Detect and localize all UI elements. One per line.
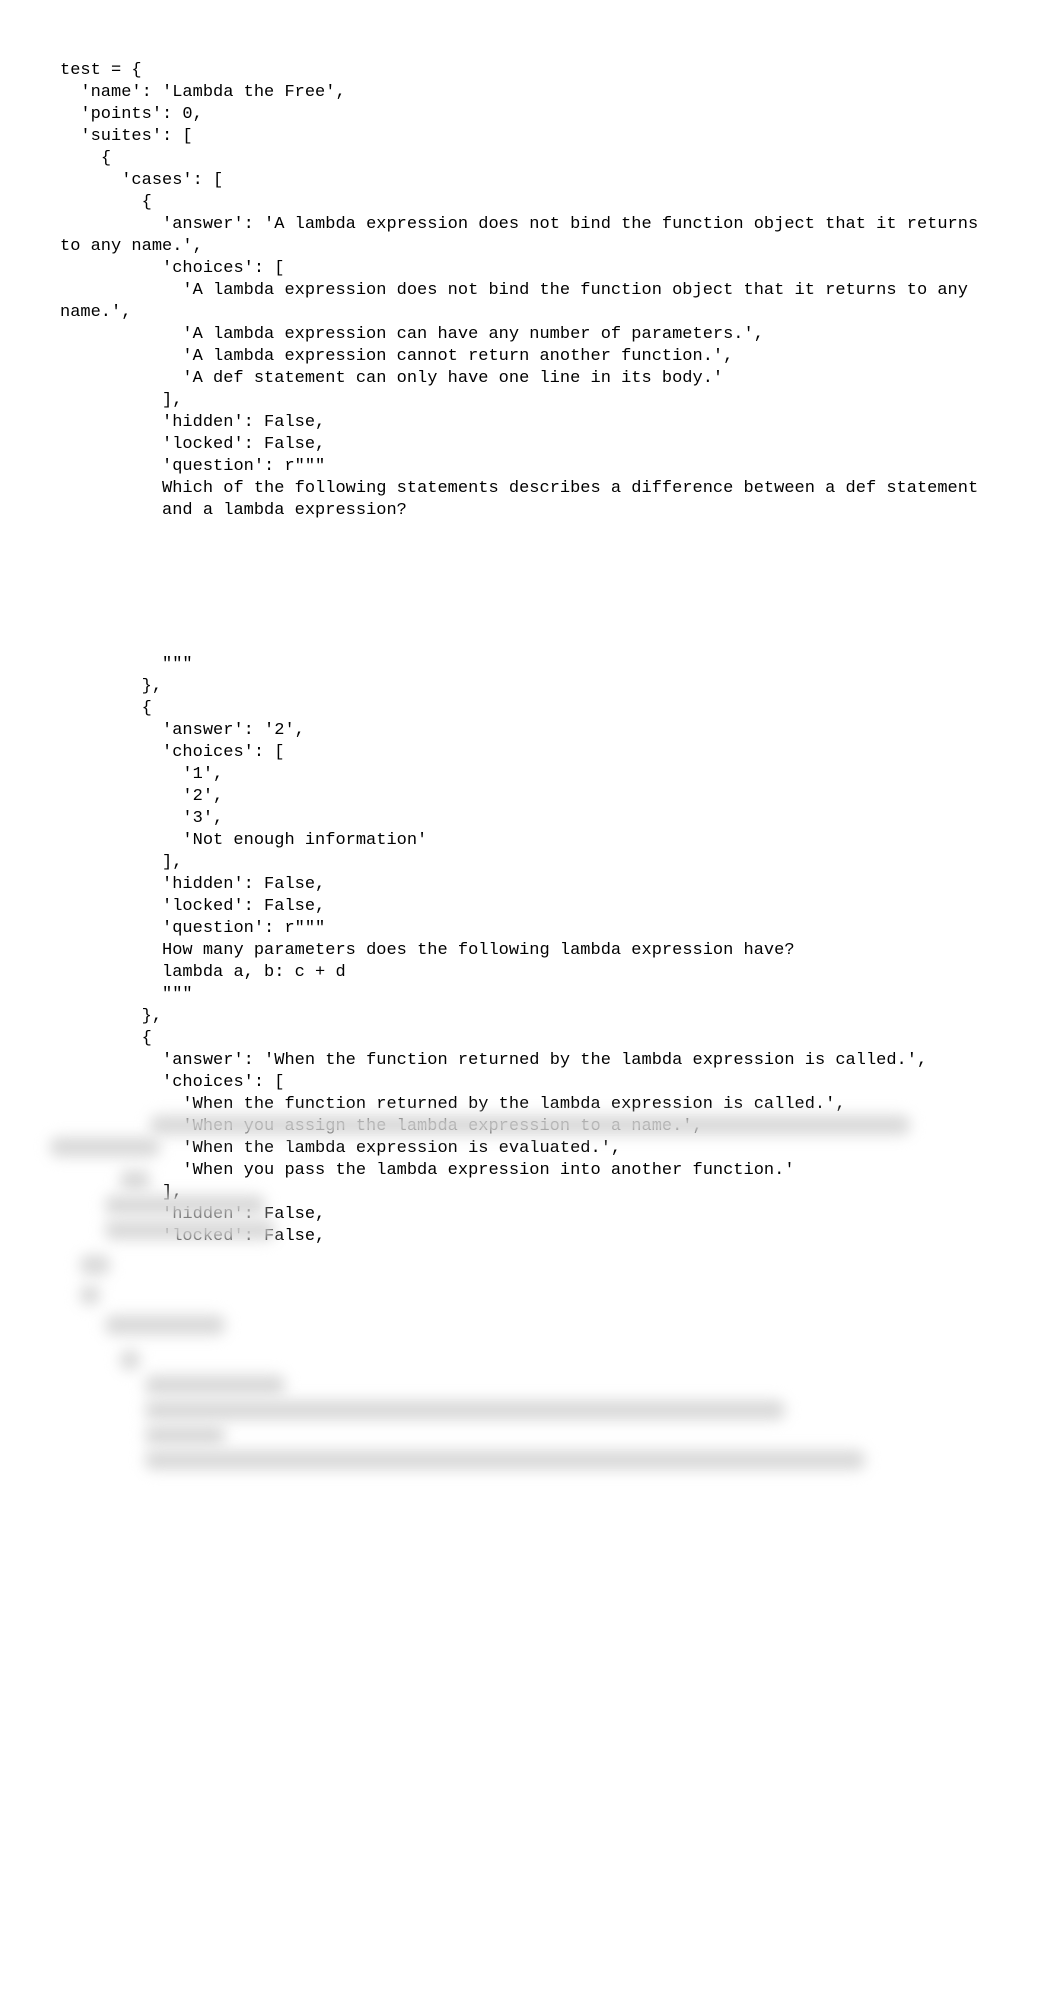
code-block: test = { 'name': 'Lambda the Free', 'poi… bbox=[60, 60, 1002, 1248]
document-page: test = { 'name': 'Lambda the Free', 'poi… bbox=[0, 0, 1062, 2009]
